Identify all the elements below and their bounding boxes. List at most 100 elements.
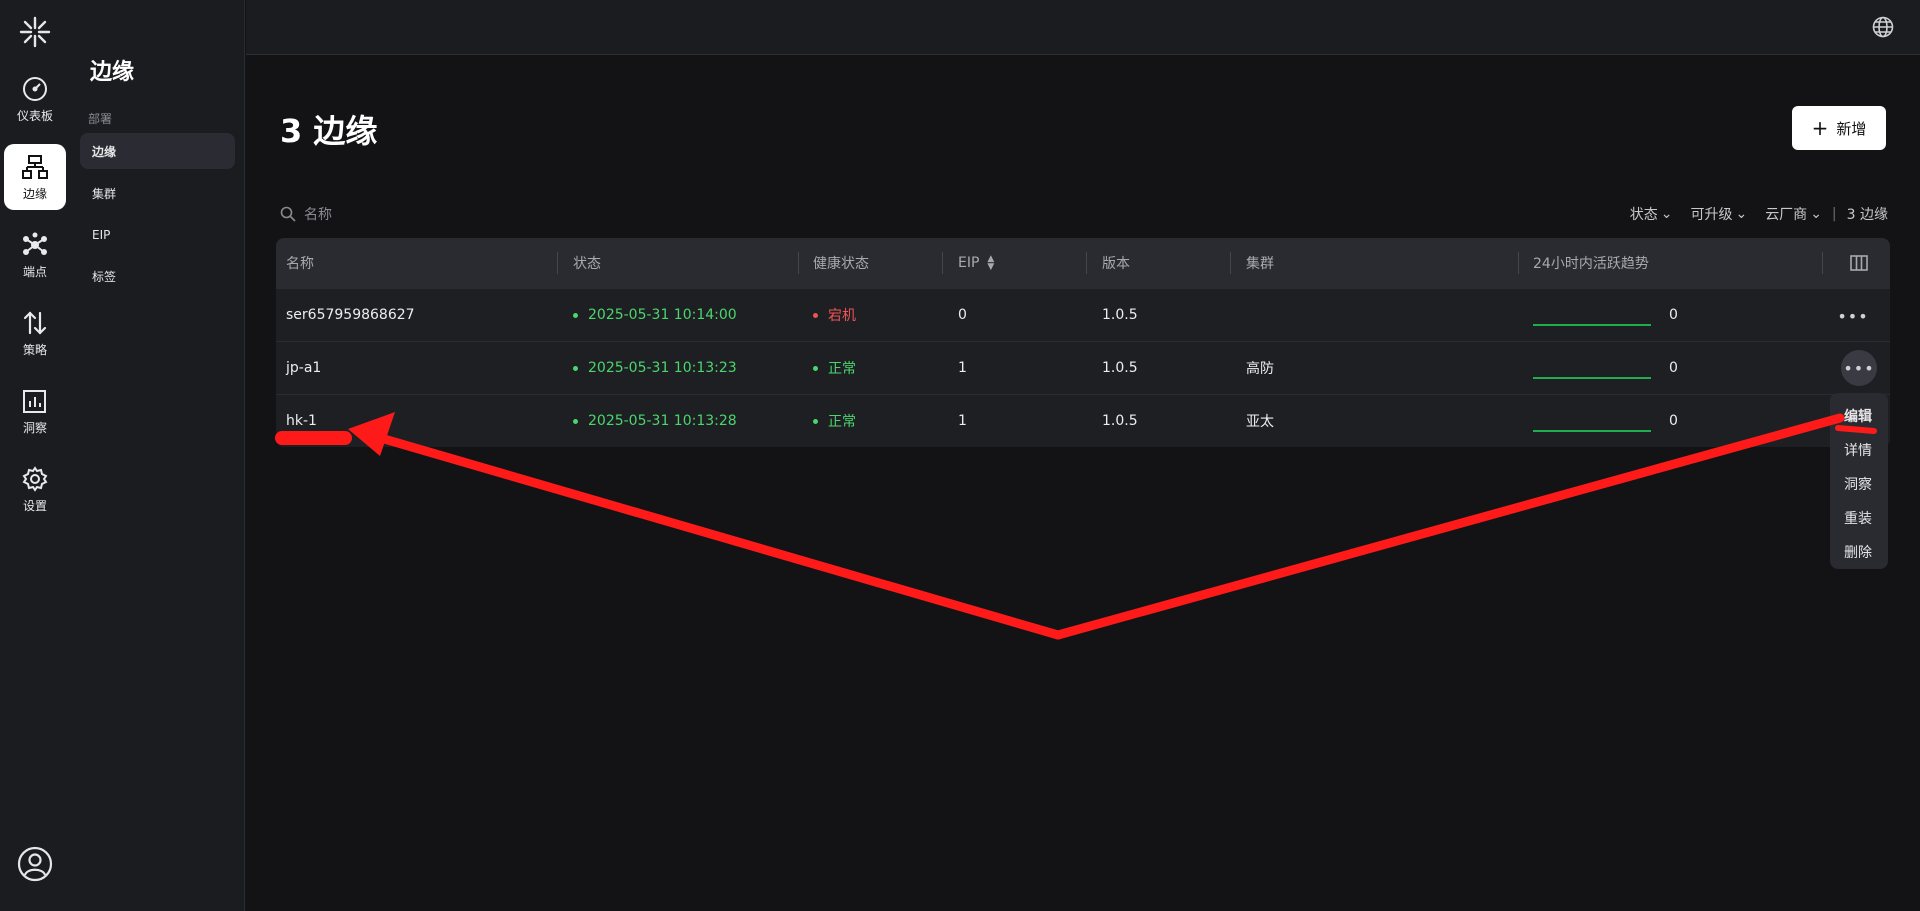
- edge-table: 名称 状态 健康状态 EIP ▲ ▼ 版本 集群 24小时内活跃趋势 ser657…: [276, 238, 1890, 447]
- cell-health: 正常: [813, 342, 856, 394]
- filter-vendor-label: 云厂商: [1765, 207, 1808, 223]
- column-header-version[interactable]: 版本: [1102, 238, 1130, 288]
- status-dot: [573, 365, 578, 371]
- filter-upgradable[interactable]: 可升级 ⌄: [1690, 204, 1747, 224]
- cell-trend-value: 0: [1669, 360, 1678, 376]
- column-divider: [1230, 252, 1231, 274]
- cell-trend-value: 0: [1669, 413, 1678, 429]
- menu-item-reinstall[interactable]: 重装: [1830, 501, 1888, 535]
- subnav-item-cluster[interactable]: 集群: [80, 175, 235, 211]
- rail-item-dashboard[interactable]: 仪表板: [0, 66, 70, 132]
- logo-icon[interactable]: [17, 14, 53, 50]
- cell-name[interactable]: jp-a1: [286, 342, 321, 394]
- filter-status[interactable]: 状态 ⌄: [1630, 204, 1673, 224]
- gauge-icon: [23, 76, 47, 101]
- cell-trend-value: 0: [1669, 307, 1678, 323]
- column-header-eip[interactable]: EIP ▲ ▼: [958, 238, 994, 288]
- cell-health: 宕机: [813, 289, 856, 341]
- rail-item-edge[interactable]: 边缘: [4, 144, 66, 210]
- health-dot: [813, 365, 818, 371]
- cell-name[interactable]: hk-1: [286, 395, 317, 447]
- cell-health-text: 正常: [828, 361, 856, 377]
- filter-status-label: 状态: [1629, 207, 1658, 223]
- rail-item-label: 洞察: [22, 420, 47, 435]
- cell-status-text: 2025-05-31 10:13:28: [588, 413, 737, 429]
- globe-icon[interactable]: [1872, 16, 1894, 38]
- network-icon: [23, 232, 47, 255]
- cell-status-text: 2025-05-31 10:13:23: [588, 360, 737, 376]
- table-row[interactable]: jp-a1 2025-05-31 10:13:23 正常 1 1.0.5 高防 …: [276, 341, 1890, 394]
- subnav-title: 边缘: [90, 60, 135, 85]
- cell-health-text: 正常: [828, 414, 856, 430]
- subnav-item-tags[interactable]: 标签: [80, 258, 235, 294]
- primary-rail: 仪表板 边缘 端点 策略 洞察 设置: [0, 0, 70, 911]
- search-placeholder: 名称: [304, 207, 332, 223]
- cell-health: 正常: [813, 395, 856, 447]
- menu-item-insight[interactable]: 洞察: [1830, 467, 1888, 501]
- add-button-label: 新增: [1836, 119, 1867, 138]
- columns-icon[interactable]: [1850, 255, 1868, 271]
- column-header-trend[interactable]: 24小时内活跃趋势: [1533, 238, 1649, 288]
- column-divider: [1518, 252, 1519, 274]
- cell-cluster: 亚太: [1246, 414, 1274, 430]
- row-actions-button[interactable]: •••: [1836, 301, 1870, 331]
- cell-status-text: 2025-05-31 10:14:00: [588, 307, 737, 323]
- column-header-name[interactable]: 名称: [286, 238, 314, 288]
- rail-item-insight[interactable]: 洞察: [0, 378, 70, 444]
- rail-item-label: 边缘: [22, 186, 47, 201]
- arrows-updown-icon: [23, 310, 47, 335]
- column-divider: [557, 252, 558, 274]
- activity-sparkline: [1533, 324, 1651, 326]
- status-dot: [573, 312, 578, 318]
- add-edge-button[interactable]: + 新增: [1792, 106, 1886, 150]
- page-title: 3 边缘: [280, 112, 378, 150]
- table-row[interactable]: hk-1 2025-05-31 10:13:28 正常 1 1.0.5 亚太 0: [276, 394, 1890, 447]
- search-input[interactable]: 名称: [280, 204, 332, 224]
- row-actions-button[interactable]: •••: [1841, 350, 1877, 386]
- cell-status: 2025-05-31 10:14:00: [573, 289, 737, 341]
- cell-eip: 0: [958, 307, 967, 323]
- health-dot: [813, 312, 818, 318]
- rail-item-policy[interactable]: 策略: [0, 300, 70, 366]
- column-divider: [1822, 252, 1823, 274]
- result-count: 3 边缘: [1846, 207, 1888, 223]
- activity-sparkline: [1533, 430, 1651, 432]
- rail-item-settings[interactable]: 设置: [0, 456, 70, 522]
- subnav-item-eip[interactable]: EIP: [80, 217, 235, 253]
- column-divider: [942, 252, 943, 274]
- rail-item-label: 设置: [22, 498, 47, 513]
- column-header-status[interactable]: 状态: [573, 238, 601, 288]
- column-header-health[interactable]: 健康状态: [813, 238, 869, 288]
- top-bar: [246, 0, 1920, 55]
- cell-eip: 1: [958, 413, 967, 429]
- filter-vendor[interactable]: 云厂商 ⌄: [1765, 204, 1822, 224]
- filter-upgradable-label: 可升级: [1690, 207, 1733, 223]
- rail-item-label: 端点: [22, 264, 47, 279]
- rail-item-label: 策略: [22, 342, 47, 357]
- chart-icon: [23, 389, 46, 413]
- row-actions-menu: 编辑 详情 洞察 重装 删除: [1830, 393, 1888, 569]
- user-avatar-icon[interactable]: [17, 846, 53, 882]
- sort-icon[interactable]: ▲ ▼: [987, 255, 994, 272]
- table-row[interactable]: ser657959868627 2025-05-31 10:14:00 宕机 0…: [276, 288, 1890, 341]
- chevron-down-icon: ⌄: [1810, 206, 1822, 222]
- rail-item-endpoint[interactable]: 端点: [0, 222, 70, 288]
- menu-item-details[interactable]: 详情: [1830, 433, 1888, 467]
- cell-version: 1.0.5: [1102, 360, 1138, 376]
- menu-item-edit[interactable]: 编辑: [1830, 399, 1888, 433]
- chevron-down-icon: ⌄: [1660, 206, 1673, 222]
- table-header: 名称 状态 健康状态 EIP ▲ ▼ 版本 集群 24小时内活跃趋势: [276, 238, 1890, 288]
- filter-bar: 状态 ⌄ 可升级 ⌄ 云厂商 ⌄ | 3 边缘: [1612, 204, 1888, 224]
- activity-sparkline: [1533, 377, 1651, 379]
- cell-cluster: 高防: [1246, 361, 1274, 377]
- menu-item-delete[interactable]: 删除: [1830, 535, 1888, 569]
- health-dot: [813, 418, 818, 424]
- chevron-down-icon: ⌄: [1735, 206, 1748, 222]
- column-header-cluster[interactable]: 集群: [1246, 238, 1274, 288]
- annotation-arrow: [355, 413, 1845, 640]
- cell-version: 1.0.5: [1102, 307, 1138, 323]
- subnav-item-edge[interactable]: 边缘: [80, 133, 235, 169]
- status-dot: [573, 418, 578, 424]
- cell-name[interactable]: ser657959868627: [286, 289, 415, 341]
- subnav-group-label: 部署: [88, 112, 113, 126]
